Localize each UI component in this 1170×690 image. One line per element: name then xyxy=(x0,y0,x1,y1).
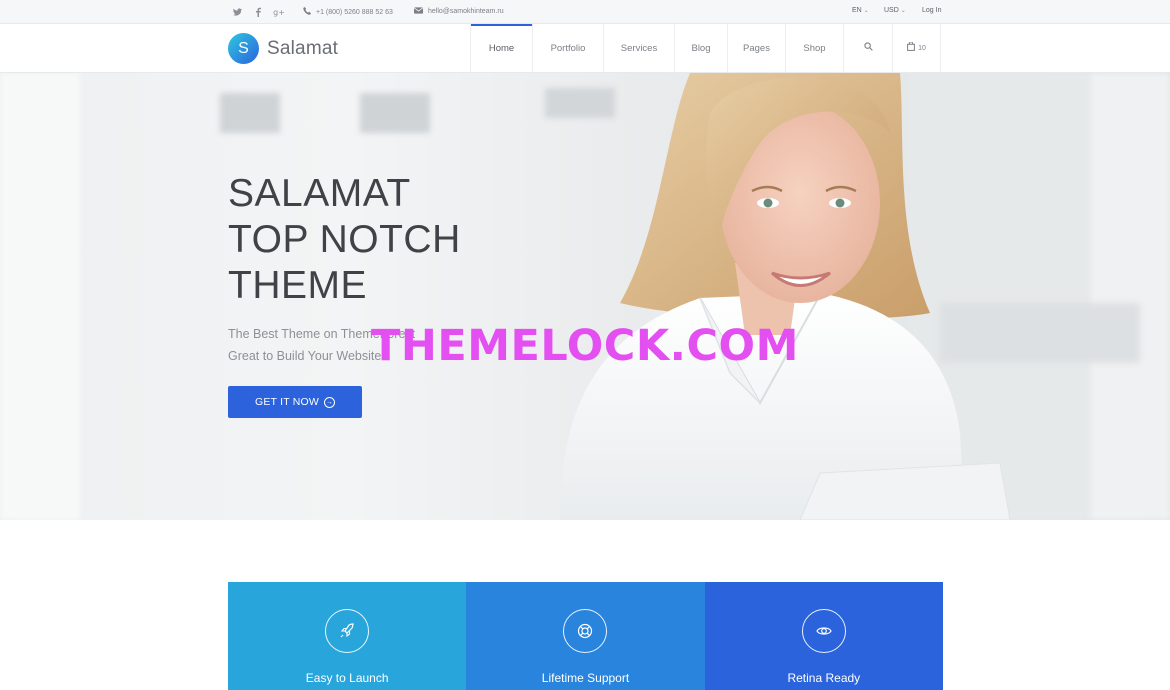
logo[interactable]: S Salamat xyxy=(228,33,338,64)
login-label: Log In xyxy=(922,7,942,14)
chevron-down-icon: ⌄ xyxy=(900,8,906,14)
main-nav: Home Portfolio Services Blog Pages Shop … xyxy=(470,24,941,72)
login-link[interactable]: Log In xyxy=(922,7,941,14)
top-bar: g+ +1 (800) 5260 888 52 63 hello@samokhi… xyxy=(0,0,1170,24)
phone-number[interactable]: +1 (800) 5260 888 52 63 xyxy=(316,9,393,16)
nav-item-portfolio[interactable]: Portfolio xyxy=(533,24,604,72)
arrow-right-circle-icon: → xyxy=(324,396,336,408)
twitter-icon[interactable] xyxy=(232,6,242,18)
social-links: g+ xyxy=(232,6,285,18)
nav-item-services[interactable]: Services xyxy=(604,24,675,72)
nav-item-pages[interactable]: Pages xyxy=(728,24,786,72)
hero-banner: SALAMAT TOP NOTCH THEME The Best Theme o… xyxy=(0,73,1170,520)
email-address[interactable]: hello@samokhinteam.ru xyxy=(428,8,504,15)
nav-item-blog[interactable]: Blog xyxy=(675,24,728,72)
lifebuoy-icon xyxy=(563,609,608,653)
nav-item-home[interactable]: Home xyxy=(471,24,533,72)
cart-count: 10 xyxy=(918,44,926,52)
shopping-bag-icon xyxy=(907,41,915,54)
feature-easy-to-launch[interactable]: Easy to Launch xyxy=(228,582,467,690)
logo-mark: S xyxy=(228,33,259,64)
hero-title-line: SALAMAT xyxy=(228,172,411,215)
get-it-now-button[interactable]: GET IT NOW → xyxy=(228,386,362,418)
email-contact: hello@samokhinteam.ru xyxy=(413,7,504,16)
logo-text: Salamat xyxy=(267,37,339,59)
facebook-icon[interactable] xyxy=(253,6,263,18)
envelope-icon xyxy=(413,7,424,16)
search-button[interactable] xyxy=(844,24,893,72)
cart-button[interactable]: 10 xyxy=(893,24,941,72)
eye-icon xyxy=(801,609,846,653)
site-header: S Salamat Home Portfolio Services Blog P… xyxy=(0,24,1170,73)
feature-label: Retina Ready xyxy=(787,671,861,685)
feature-lifetime-support[interactable]: Lifetime Support xyxy=(466,582,705,690)
phone-contact: +1 (800) 5260 888 52 63 xyxy=(303,7,393,17)
watermark-text: THEMELOCK.COM xyxy=(371,321,799,371)
feature-label: Easy to Launch xyxy=(305,671,389,685)
currency-value: USD xyxy=(884,7,899,14)
currency-selector[interactable]: USD ⌄ xyxy=(884,7,906,14)
hero-title: SALAMAT TOP NOTCH THEME xyxy=(228,171,461,309)
nav-item-shop[interactable]: Shop xyxy=(786,24,844,72)
hero-title-line: THEME xyxy=(228,264,367,307)
rocket-icon xyxy=(325,609,370,653)
features-strip: Easy to Launch Lifetime Support Retina R… xyxy=(228,582,943,690)
language-value: EN xyxy=(852,7,862,14)
search-icon xyxy=(863,42,873,54)
hero-title-line: TOP NOTCH xyxy=(228,218,461,261)
feature-label: Lifetime Support xyxy=(541,671,630,685)
get-it-now-label: GET IT NOW xyxy=(254,396,320,408)
chevron-down-icon: ⌄ xyxy=(863,8,869,14)
language-selector[interactable]: EN ⌄ xyxy=(852,7,869,14)
google-plus-icon[interactable]: g+ xyxy=(273,6,285,18)
feature-retina-ready[interactable]: Retina Ready xyxy=(704,582,943,690)
hero-photo xyxy=(560,73,1011,520)
phone-icon xyxy=(303,7,311,17)
